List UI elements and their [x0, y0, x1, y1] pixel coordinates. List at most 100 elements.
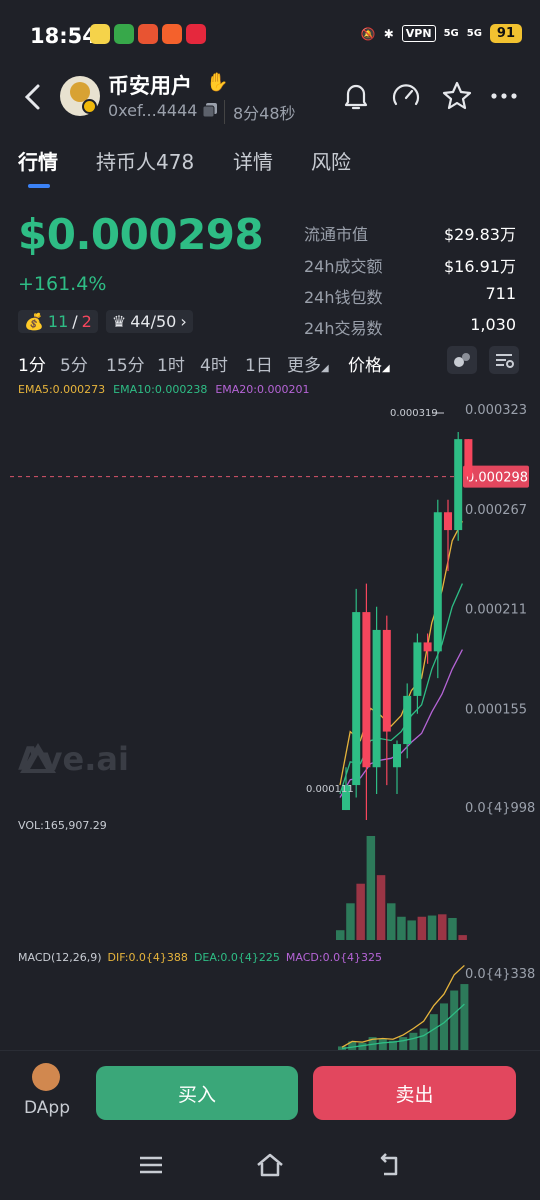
recent-apps-icon[interactable]	[136, 1150, 166, 1180]
volume-24h-value: $16.91万	[444, 257, 516, 276]
interval-15m[interactable]: 15分	[106, 351, 145, 376]
price-change: +161.4%	[18, 273, 107, 295]
candle-body	[352, 612, 361, 786]
signal-5g-icon: 5G	[466, 28, 482, 39]
tab-holders[interactable]: 持币人478	[96, 146, 194, 175]
top-holders-count: 44/50	[130, 312, 177, 331]
interval-4h[interactable]: 4时	[200, 351, 228, 376]
volume-chart	[336, 836, 467, 940]
system-indicators: 🔕 ✱ VPN 5G 5G 91	[361, 24, 522, 43]
back-nav-icon[interactable]	[374, 1150, 404, 1180]
macd-histogram-bar	[440, 1003, 448, 1050]
candle-body	[464, 439, 473, 477]
tab-market[interactable]: 行情	[18, 146, 58, 175]
app-notification-icon	[90, 24, 110, 44]
trades-24h-label: 24h交易数	[304, 319, 383, 338]
app-notification-icon	[114, 24, 134, 44]
more-icon[interactable]	[488, 80, 520, 112]
tab-risk[interactable]: 风险	[311, 146, 351, 175]
macd-histogram-bar	[429, 1014, 438, 1050]
macd-histogram-bar	[460, 984, 469, 1050]
weibo-icon	[138, 24, 158, 44]
ema5-value: EMA5:0.000273	[18, 383, 106, 396]
candle-body	[454, 439, 463, 531]
token-badges: 💰 11/2 ♛ 44/50 ›	[18, 310, 193, 333]
candlestick-chart[interactable]: 0.000323 0.000267 0.000211 0.000155 0.0{4}99…	[0, 400, 540, 820]
macd-histogram-bar	[378, 1038, 387, 1050]
interval-1h[interactable]: 1时	[157, 351, 185, 376]
crown-icon: ♛	[111, 312, 127, 331]
sniper-count: 11	[47, 312, 69, 331]
trades-24h-value: 1,030	[470, 315, 516, 334]
xiaohongshu-icon	[186, 24, 206, 44]
sniper-badge[interactable]: 💰 11/2	[18, 310, 98, 333]
sniper-sold-count: 2	[81, 312, 92, 331]
mute-icon: 🔕	[360, 26, 376, 41]
token-age: 8分48秒	[224, 100, 296, 124]
bell-icon[interactable]	[340, 80, 372, 112]
hand-wave-icon: ✋	[206, 72, 229, 93]
price-toggle-dropdown[interactable]: 价格◢	[348, 351, 390, 376]
volume-24h-label: 24h成交额	[304, 257, 383, 276]
contract-address: 0xef...4444	[108, 101, 198, 120]
current-price: $0.000298	[18, 210, 264, 259]
taobao-icon	[162, 24, 182, 44]
volume-bar	[387, 903, 396, 940]
current-price-tag-text: 0.000298	[466, 471, 528, 486]
home-icon[interactable]	[255, 1150, 285, 1180]
top-holders-badge[interactable]: ♛ 44/50 ›	[105, 310, 193, 333]
tab-details[interactable]: 详情	[233, 146, 273, 175]
star-icon[interactable]	[441, 80, 473, 112]
volume-bar	[438, 914, 447, 940]
chart-settings-button[interactable]	[489, 346, 519, 374]
buy-button[interactable]: 买入	[96, 1066, 298, 1120]
ema10-value: EMA10:0.000238	[113, 383, 208, 396]
signal-5g-icon: 5G	[443, 28, 459, 39]
interval-more-label: 更多	[287, 356, 321, 376]
high-price-label: 0.000319	[390, 408, 438, 419]
market-cap-label: 流通市值	[304, 225, 369, 244]
notification-icons	[90, 24, 206, 44]
bluetooth-icon: ✱	[383, 26, 394, 41]
macd-chart: 0.0{4}338	[338, 964, 535, 1050]
dapp-label[interactable]: DApp	[24, 1098, 70, 1118]
macd-histogram-bar	[419, 1028, 428, 1050]
price-axis-label: 0.0{4}998	[465, 801, 535, 816]
interval-5m[interactable]: 5分	[60, 351, 88, 376]
price-axis-label: 0.000211	[465, 603, 527, 618]
copy-icon[interactable]	[202, 102, 218, 118]
battery-icon: 91	[489, 24, 522, 43]
price-toggle-label: 价格	[348, 356, 382, 376]
interval-more-dropdown[interactable]: 更多◢	[287, 351, 329, 376]
candle-body	[413, 642, 422, 696]
gauge-icon[interactable]	[390, 80, 422, 112]
interval-1d[interactable]: 1日	[245, 351, 273, 376]
volume-bar	[458, 935, 467, 940]
interval-1m[interactable]: 1分	[18, 351, 46, 376]
volume-bar	[356, 883, 365, 940]
candle-body	[372, 629, 381, 768]
token-name: 币安用户	[108, 74, 192, 98]
sniper-separator: /	[72, 312, 78, 331]
candle-body	[362, 612, 371, 768]
wallets-24h-label: 24h钱包数	[304, 288, 383, 307]
money-bag-icon: 💰	[24, 312, 44, 331]
candle-body	[382, 629, 391, 732]
price-axis-label: 0.000323	[465, 403, 527, 418]
candle-body	[423, 642, 432, 652]
macd-histogram-bar	[450, 990, 459, 1050]
candle-body	[403, 695, 412, 745]
macd-axis-label: 0.0{4}338	[465, 967, 535, 982]
macd-histogram-bar	[399, 1037, 408, 1050]
clock: 18:54	[30, 24, 97, 48]
macd-histogram-bar	[409, 1032, 418, 1050]
sell-button[interactable]: 卖出	[313, 1066, 516, 1120]
pancakeswap-icon[interactable]	[32, 1063, 60, 1091]
chart-settings-icon	[496, 354, 514, 368]
vpn-badge: VPN	[401, 25, 436, 42]
back-arrow-icon[interactable]	[18, 80, 48, 114]
price-axis-label: 0.000267	[465, 503, 527, 518]
candle-body	[433, 512, 442, 652]
indicator-settings-button[interactable]	[447, 346, 477, 374]
caret-down-icon: ◢	[321, 363, 329, 374]
